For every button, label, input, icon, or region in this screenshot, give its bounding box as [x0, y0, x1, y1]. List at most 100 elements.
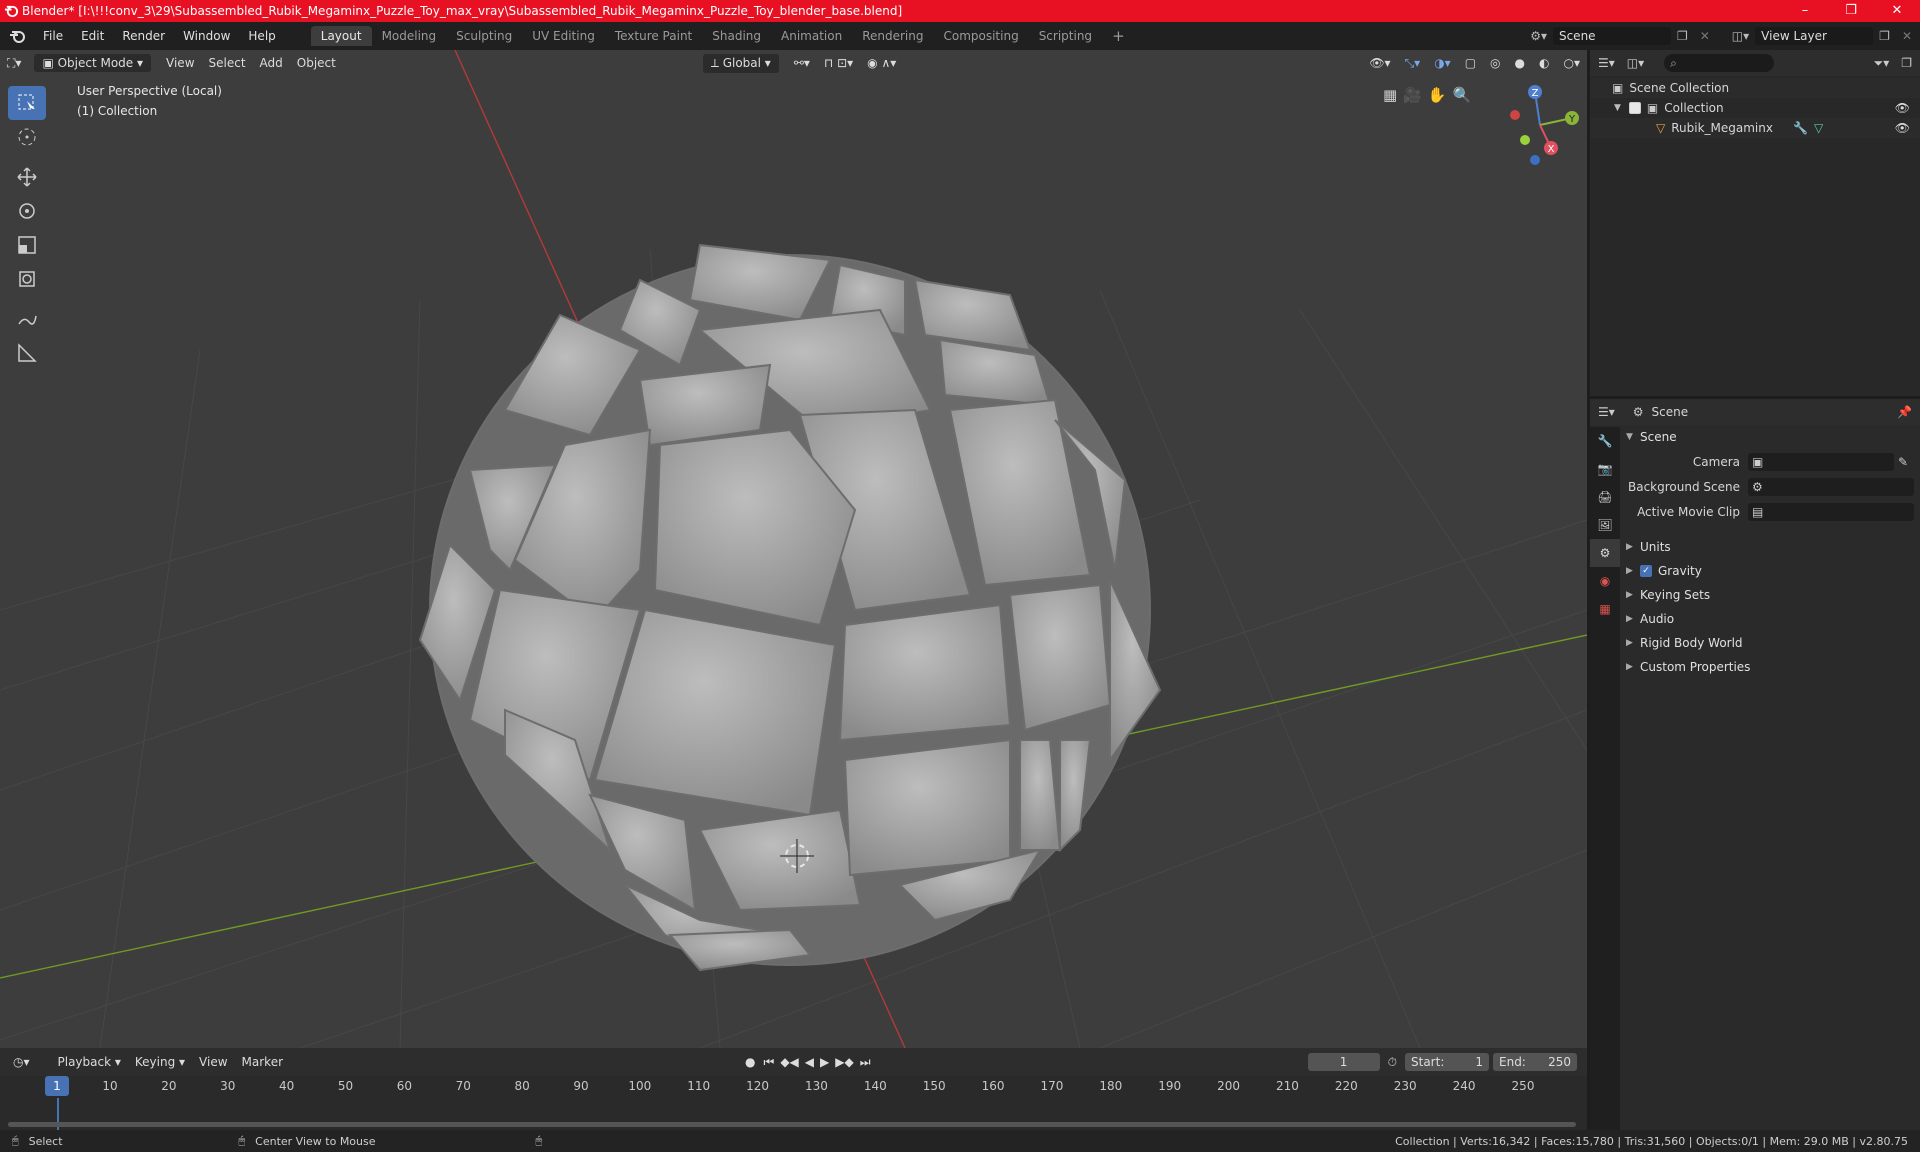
audio-panel-header[interactable]: ▶ Audio [1626, 608, 1914, 630]
tool-props-tab[interactable]: 🔧 [1590, 427, 1620, 455]
gravity-checkbox[interactable]: ✓ [1640, 565, 1652, 577]
viewport-menu-view[interactable]: View [159, 56, 201, 70]
collapse-arrow-icon[interactable]: ▼ [1614, 103, 1621, 113]
pin-icon[interactable]: 📌 [1889, 405, 1920, 419]
current-frame-field[interactable]: 1 [1307, 1053, 1380, 1071]
snap-icon[interactable]: ⊓ ⊡▾ [817, 56, 860, 70]
tab-modeling[interactable]: Modeling [372, 26, 447, 46]
viewport-menu-add[interactable]: Add [253, 56, 290, 70]
wireframe-shading-icon[interactable]: ◎ [1483, 56, 1507, 70]
new-scene-icon[interactable]: ❐ [1671, 29, 1694, 43]
view-layer-props-tab[interactable]: 🖼 [1590, 511, 1620, 539]
timeline-menu-keying[interactable]: Keying ▾ [128, 1055, 192, 1069]
collection-checkbox[interactable] [1628, 102, 1641, 114]
new-view-layer-icon[interactable]: ❐ [1873, 29, 1896, 43]
tab-texture-paint[interactable]: Texture Paint [605, 26, 702, 46]
tab-rendering[interactable]: Rendering [852, 26, 933, 46]
outliner-editor-type-icon[interactable]: ☰▾ [1590, 56, 1623, 70]
3d-viewport[interactable]: ⛶▾ ▣ Object Mode ▾ View Select Add Objec… [0, 50, 1587, 1048]
modifier-wrench-icon[interactable]: 🔧 [1793, 121, 1808, 135]
xray-icon[interactable]: ▢ [1458, 56, 1483, 70]
minimize-button[interactable]: – [1782, 0, 1828, 22]
scale-tool[interactable] [8, 228, 46, 262]
rotate-tool[interactable] [8, 194, 46, 228]
outliner-row-object[interactable]: ▽ Rubik_Megaminx 🔧 ▽ 👁 [1590, 118, 1920, 138]
collection-eye-icon[interactable]: 👁 [1895, 101, 1910, 115]
play-icon[interactable]: ▶ [817, 1055, 832, 1069]
outliner-search-input[interactable]: ⌕ [1664, 54, 1775, 72]
eyedropper-icon[interactable]: ✎ [1898, 455, 1908, 469]
menu-edit[interactable]: Edit [72, 29, 113, 43]
next-keyframe-icon[interactable]: ▶◆ [832, 1055, 856, 1069]
active-movie-clip-field[interactable]: ▤ [1748, 503, 1914, 521]
timeline-menu-view[interactable]: View [192, 1055, 234, 1069]
measure-tool[interactable] [8, 336, 46, 370]
viewport-menu-select[interactable]: Select [202, 56, 253, 70]
editor-type-icon[interactable]: ⛶▾ [0, 56, 28, 71]
prev-keyframe-icon[interactable]: ◆◀ [777, 1055, 801, 1069]
move-tool[interactable] [8, 160, 46, 194]
tab-compositing[interactable]: Compositing [933, 26, 1028, 46]
transform-tool[interactable] [8, 262, 46, 296]
add-workspace-icon[interactable]: + [1102, 24, 1135, 48]
navigation-gizmo[interactable]: Z Y X [1495, 80, 1585, 170]
scene-panel-header[interactable]: ▼ Scene [1626, 426, 1914, 448]
rendered-shading-icon[interactable]: ○▾ [1557, 56, 1588, 70]
blender-menu-icon[interactable] [0, 26, 34, 46]
outliner-row-collection[interactable]: ▼ ▣ Collection 👁 [1590, 98, 1920, 118]
maximize-button[interactable]: ❐ [1828, 0, 1874, 22]
gravity-panel-header[interactable]: ▶ ✓ Gravity [1626, 560, 1914, 582]
scene-field[interactable]: Scene [1552, 27, 1671, 45]
new-collection-icon[interactable]: ❐ [1893, 56, 1920, 70]
annotate-tool[interactable] [8, 302, 46, 336]
proportional-edit-icon[interactable]: ◉ ∧▾ [860, 56, 903, 70]
tab-scripting[interactable]: Scripting [1029, 26, 1102, 46]
render-props-tab[interactable]: 📷 [1590, 455, 1620, 483]
view-layer-icon[interactable]: ◫▾ [1726, 29, 1755, 43]
outliner-row-scene-collection[interactable]: ▣ Scene Collection [1590, 78, 1920, 98]
tab-layout[interactable]: Layout [310, 26, 372, 46]
menu-window[interactable]: Window [174, 29, 239, 43]
tab-sculpting[interactable]: Sculpting [446, 26, 522, 46]
scene-selector-icon[interactable]: ⚙▾ [1524, 29, 1553, 43]
camera-field[interactable]: ▣ [1748, 453, 1894, 471]
material-shading-icon[interactable]: ◐ [1532, 56, 1556, 70]
view-layer-field[interactable]: View Layer [1755, 27, 1874, 45]
display-mode-icon[interactable]: ◫▾ [1623, 56, 1648, 70]
delete-scene-icon[interactable]: ✕ [1694, 29, 1716, 43]
texture-props-tab[interactable]: ▦ [1590, 595, 1620, 623]
pan-view-icon[interactable]: ✋ [1428, 86, 1447, 104]
jump-end-icon[interactable]: ⏭ [857, 1055, 874, 1070]
mesh-data-icon[interactable]: ▽ [1814, 121, 1823, 135]
menu-help[interactable]: Help [239, 29, 284, 43]
timeline-editor-type-icon[interactable]: ◷▾ [6, 1055, 37, 1069]
world-props-tab[interactable]: ◉ [1590, 567, 1620, 595]
timeline-menu-marker[interactable]: Marker [235, 1055, 290, 1069]
menu-render[interactable]: Render [113, 29, 174, 43]
zoom-view-icon[interactable]: 🔍 [1453, 86, 1472, 104]
play-reverse-icon[interactable]: ◀ [802, 1055, 817, 1069]
object-eye-icon[interactable]: 👁 [1895, 121, 1910, 135]
gizmo-toggle-icon[interactable]: ⤡▾ [1398, 56, 1428, 71]
stopwatch-icon[interactable]: ⏱ [1380, 1055, 1405, 1070]
solid-shading-icon[interactable]: ● [1508, 56, 1532, 70]
jump-start-icon[interactable]: ⏮ [761, 1055, 778, 1070]
record-icon[interactable]: ● [740, 1055, 760, 1069]
toggle-camera-grid-icon[interactable]: ▦ [1383, 86, 1397, 104]
filter-icon[interactable]: ⏷▾ [1870, 56, 1894, 71]
timeline-menu-playback[interactable]: Playback ▾ [51, 1055, 128, 1069]
transform-orientation-dropdown[interactable]: ⟂ Global ▾ [702, 53, 779, 73]
scene-props-tab[interactable]: ⚙ [1590, 539, 1620, 567]
cursor-tool[interactable] [8, 120, 46, 154]
viewport-menu-object[interactable]: Object [290, 56, 343, 70]
timeline-scrollbar[interactable] [8, 1122, 1576, 1127]
camera-view-icon[interactable]: 🎥 [1403, 86, 1422, 104]
background-scene-field[interactable]: ⚙ [1748, 478, 1914, 496]
start-frame-field[interactable]: Start: 1 [1405, 1053, 1489, 1071]
tab-animation[interactable]: Animation [771, 26, 852, 46]
viewport-scene[interactable] [0, 50, 1587, 1048]
timeline-ruler[interactable]: 1 10 20 30 40 50 60 70 80 90 100 110 120 130 140 150 160… [0, 1076, 1587, 1098]
pivot-point-icon[interactable]: ⚯▾ [787, 56, 817, 70]
object-mode-dropdown[interactable]: ▣ Object Mode ▾ [34, 54, 152, 72]
units-panel-header[interactable]: ▶ Units [1626, 536, 1914, 558]
